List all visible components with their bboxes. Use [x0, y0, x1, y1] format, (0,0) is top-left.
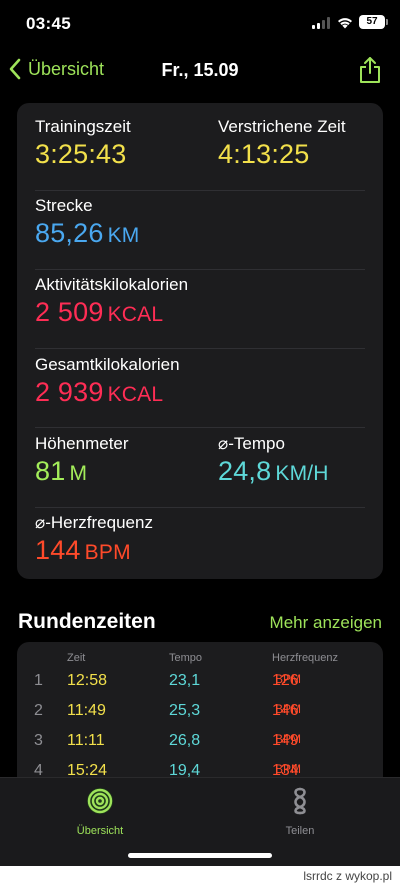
metric-unit: M	[69, 462, 88, 485]
metric-herzfrequenz: ⌀-Herzfrequenz 144 BPM	[35, 513, 153, 566]
divider	[35, 427, 365, 428]
metric-label: Gesamtkilokalorien	[35, 355, 180, 374]
source-caption: lsrrdc z wykop.pl	[303, 869, 392, 883]
metric-unit: KCAL	[107, 303, 164, 326]
metric-unit: KM	[107, 224, 140, 247]
table-row: 4 15:24 19,4 134 BPM	[17, 762, 383, 777]
divider	[35, 190, 365, 191]
metric-value: 4:13:25	[218, 139, 310, 169]
metric-aktiv-kcal: Aktivitätskilokalorien 2 509 KCAL	[35, 275, 188, 328]
column-header-tempo: Tempo	[169, 652, 203, 664]
laps-table: Zeit Tempo Herzfrequenz 1 12:58 23,1 126…	[17, 642, 383, 777]
metric-unit: KCAL	[107, 383, 164, 406]
metric-value: 2 509 KCAL	[35, 297, 164, 327]
column-header-zeit: Zeit	[67, 652, 86, 664]
page-title: Fr., 15.09	[161, 60, 239, 80]
divider	[35, 269, 365, 270]
column-header-herzfrequenz: Herzfrequenz	[272, 652, 339, 664]
show-more-button[interactable]: Mehr anzeigen	[270, 613, 382, 633]
lap-number: 4	[34, 762, 43, 777]
tab-teilen[interactable]: Teilen	[250, 786, 350, 837]
divider	[35, 507, 365, 508]
metric-label: Strecke	[35, 196, 93, 215]
status-bar: 03:45 57	[0, 0, 400, 48]
lap-time: 15:24	[67, 762, 108, 777]
cellular-signal-icon	[312, 17, 330, 29]
metric-unit: KM/H	[275, 462, 329, 485]
activity-rings-icon	[87, 788, 113, 814]
lap-time: 11:49	[67, 702, 106, 719]
lap-number: 1	[34, 672, 43, 689]
lap-time: 12:58	[67, 672, 108, 689]
lap-time: 11:11	[67, 732, 105, 749]
lap-tempo: 25,3	[169, 702, 201, 719]
metric-strecke: Strecke 85,26 KM	[35, 196, 139, 249]
metric-value: 24,8 KM/H	[218, 456, 329, 486]
divider	[35, 348, 365, 349]
lap-tempo: 19,4	[169, 762, 201, 777]
lap-tempo: 26,8	[169, 732, 201, 749]
metric-value: 81 M	[35, 456, 88, 486]
metric-verstrichene-zeit: Verstrichene Zeit 4:13:25	[218, 117, 346, 170]
section-title: Rundenzeiten	[18, 610, 156, 633]
metric-label: Aktivitätskilokalorien	[35, 275, 189, 294]
metric-label: ⌀-Tempo	[218, 434, 285, 453]
metric-value: 144 BPM	[35, 535, 131, 565]
metric-label: Trainingszeit	[35, 117, 131, 136]
tab-uebersicht[interactable]: Übersicht	[50, 786, 150, 837]
lap-number: 2	[34, 702, 43, 719]
metric-hoehenmeter: Höhenmeter 81 M	[35, 434, 129, 487]
metric-label: ⌀-Herzfrequenz	[35, 513, 153, 532]
navigation-bar: Übersicht Fr., 15.09	[0, 48, 400, 94]
table-row: 1 12:58 23,1 126 BPM	[34, 672, 302, 689]
status-time: 03:45	[26, 14, 71, 33]
lap-number: 3	[34, 732, 43, 749]
wifi-icon	[338, 18, 352, 29]
share-icon[interactable]	[358, 56, 382, 84]
watermark-footer: lsrrdc z wykop.pl	[0, 866, 400, 886]
metric-label: Höhenmeter	[35, 434, 129, 453]
metric-value: 3:25:43	[35, 139, 127, 169]
metric-tempo: ⌀-Tempo 24,8 KM/H	[218, 434, 329, 487]
metric-trainingszeit: Trainingszeit 3:25:43	[35, 117, 131, 170]
lap-tempo: 23,1	[169, 672, 201, 689]
metric-label: Verstrichene Zeit	[218, 117, 346, 136]
tab-label: Teilen	[285, 825, 315, 837]
tab-label: Übersicht	[76, 825, 124, 837]
table-row: 3 11:11 26,8 149 BPM	[34, 732, 302, 749]
metric-unit: BPM	[84, 541, 131, 564]
metric-gesamt-kcal: Gesamtkilokalorien 2 939 KCAL	[35, 355, 180, 408]
tab-bar: Übersicht Teilen	[0, 777, 400, 866]
content-scroll-area[interactable]: Trainingszeit 3:25:43 Verstrichene Zeit …	[0, 94, 400, 777]
home-indicator[interactable]	[128, 853, 272, 858]
table-row: 2 11:49 25,3 146 BPM	[34, 702, 302, 719]
laps-section-header: Rundenzeiten Mehr anzeigen	[18, 608, 382, 638]
workout-summary-card: Trainingszeit 3:25:43 Verstrichene Zeit …	[17, 103, 383, 579]
metric-value: 2 939 KCAL	[35, 377, 164, 407]
metric-value: 85,26 KM	[35, 218, 140, 248]
battery-icon: 57	[359, 15, 388, 29]
sharing-icon	[294, 787, 306, 815]
